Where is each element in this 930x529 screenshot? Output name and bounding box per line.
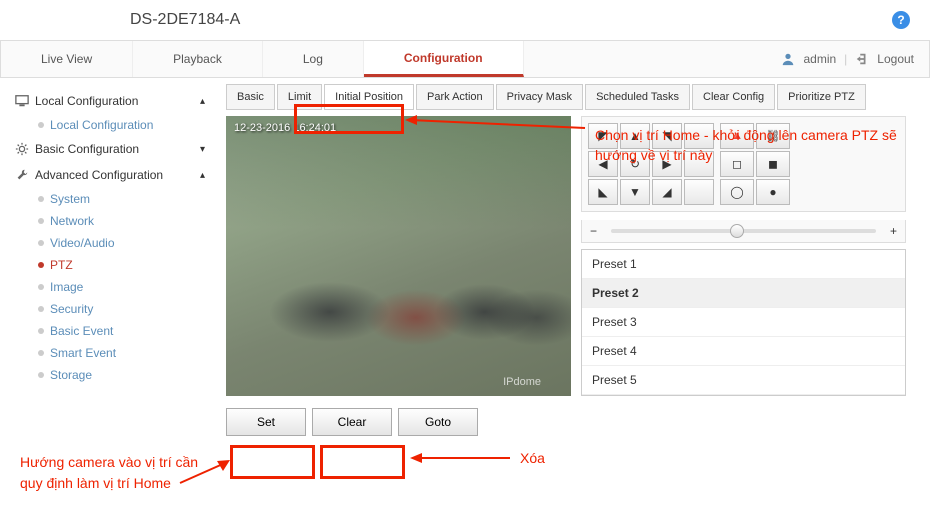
user-icon xyxy=(781,52,795,66)
subtab-prioritize-ptz[interactable]: Prioritize PTZ xyxy=(777,84,866,110)
ptz-down[interactable]: ▼ xyxy=(620,179,650,205)
sidebar-item-network[interactable]: Network xyxy=(0,210,220,232)
set-button[interactable]: Set xyxy=(226,408,306,436)
preset-list[interactable]: Preset 1 Preset 2 Preset 3 Preset 4 Pres… xyxy=(581,249,906,396)
preset-2[interactable]: Preset 2 xyxy=(582,279,905,308)
sidebar-advanced-config[interactable]: Advanced Configuration ▴ xyxy=(0,162,220,188)
sidebar-local-config[interactable]: Local Configuration ▴ xyxy=(0,88,220,114)
ptz-down-right[interactable]: ◢ xyxy=(652,179,682,205)
tab-configuration[interactable]: Configuration xyxy=(364,41,524,77)
subtab-scheduled-tasks[interactable]: Scheduled Tasks xyxy=(585,84,690,110)
sidebar-advanced-label: Advanced Configuration xyxy=(35,168,163,182)
separator: | xyxy=(844,52,847,66)
sidebar-item-storage[interactable]: Storage xyxy=(0,364,220,386)
tab-log[interactable]: Log xyxy=(263,41,364,77)
sub-tabs: Basic Limit Initial Position Park Action… xyxy=(226,84,924,110)
ptz-up-left[interactable]: ◤ xyxy=(588,123,618,149)
focus-near-icon[interactable]: ◻ xyxy=(720,151,754,177)
sidebar-local-label: Local Configuration xyxy=(35,94,138,108)
speed-slider[interactable] xyxy=(611,229,876,233)
sidebar-item-security[interactable]: Security xyxy=(0,298,220,320)
preset-3[interactable]: Preset 3 xyxy=(582,308,905,337)
zoom-out-icon[interactable]: ⛓ xyxy=(756,123,790,149)
model-label: DS-2DE7184-A xyxy=(130,11,240,29)
sidebar-basic-config[interactable]: Basic Configuration ▾ xyxy=(0,136,220,162)
sidebar-item-video-audio[interactable]: Video/Audio xyxy=(0,232,220,254)
iris-open-icon[interactable]: ◯ xyxy=(720,179,754,205)
monitor-icon xyxy=(15,94,29,108)
goto-button[interactable]: Goto xyxy=(398,408,478,436)
subtab-privacy-mask[interactable]: Privacy Mask xyxy=(496,84,583,110)
iris-close-icon[interactable]: ● xyxy=(756,179,790,205)
video-preview: 12-23-2016 16:24:01 IPdome xyxy=(226,116,571,396)
ptz-empty3 xyxy=(684,179,714,205)
chevron-down-icon: ▾ xyxy=(200,144,205,155)
username-label: admin xyxy=(803,52,836,66)
sidebar-item-ptz[interactable]: PTZ xyxy=(0,254,220,276)
ptz-up-right[interactable]: ◥ xyxy=(652,123,682,149)
ptz-empty2 xyxy=(684,151,714,177)
focus-far-icon[interactable]: ◼ xyxy=(756,151,790,177)
tab-live-view[interactable]: Live View xyxy=(1,41,133,77)
ptz-right[interactable]: ▶ xyxy=(652,151,682,177)
ptz-empty xyxy=(684,123,714,149)
chevron-up-icon: ▴ xyxy=(200,170,205,181)
preset-5[interactable]: Preset 5 xyxy=(582,366,905,395)
subtab-limit[interactable]: Limit xyxy=(277,84,322,110)
sidebar-item-basic-event[interactable]: Basic Event xyxy=(0,320,220,342)
ptz-up[interactable]: ▲ xyxy=(620,123,650,149)
logout-icon xyxy=(855,52,869,66)
preset-4[interactable]: Preset 4 xyxy=(582,337,905,366)
help-icon[interactable]: ? xyxy=(892,11,910,29)
wrench-icon xyxy=(15,168,29,182)
sidebar-item-image[interactable]: Image xyxy=(0,276,220,298)
video-timestamp: 12-23-2016 16:24:01 xyxy=(234,122,336,134)
sidebar-basic-label: Basic Configuration xyxy=(35,142,139,156)
gear-icon xyxy=(15,142,29,156)
sidebar-item-local-configuration[interactable]: Local Configuration xyxy=(0,114,220,136)
chevron-up-icon: ▴ xyxy=(200,96,205,107)
clear-button[interactable]: Clear xyxy=(312,408,392,436)
subtab-initial-position[interactable]: Initial Position xyxy=(324,84,414,110)
preset-1[interactable]: Preset 1 xyxy=(582,250,905,279)
tab-playback[interactable]: Playback xyxy=(133,41,263,77)
subtab-park-action[interactable]: Park Action xyxy=(416,84,494,110)
ptz-auto[interactable]: ↻ xyxy=(620,151,650,177)
main-nav: Live View Playback Log Configuration adm… xyxy=(0,40,930,78)
video-watermark: IPdome xyxy=(503,376,541,388)
subtab-basic[interactable]: Basic xyxy=(226,84,275,110)
subtab-clear-config[interactable]: Clear Config xyxy=(692,84,775,110)
ptz-left[interactable]: ◀ xyxy=(588,151,618,177)
logout-link[interactable]: Logout xyxy=(877,52,914,66)
sidebar-item-smart-event[interactable]: Smart Event xyxy=(0,342,220,364)
speed-plus[interactable]: + xyxy=(884,224,903,238)
sidebar: Local Configuration ▴ Local Configuratio… xyxy=(0,78,220,529)
speed-minus[interactable]: − xyxy=(584,224,603,238)
sidebar-item-system[interactable]: System xyxy=(0,188,220,210)
ptz-down-left[interactable]: ◣ xyxy=(588,179,618,205)
zoom-in-icon[interactable]: 🔺 xyxy=(720,123,754,149)
slider-thumb[interactable] xyxy=(730,224,744,238)
